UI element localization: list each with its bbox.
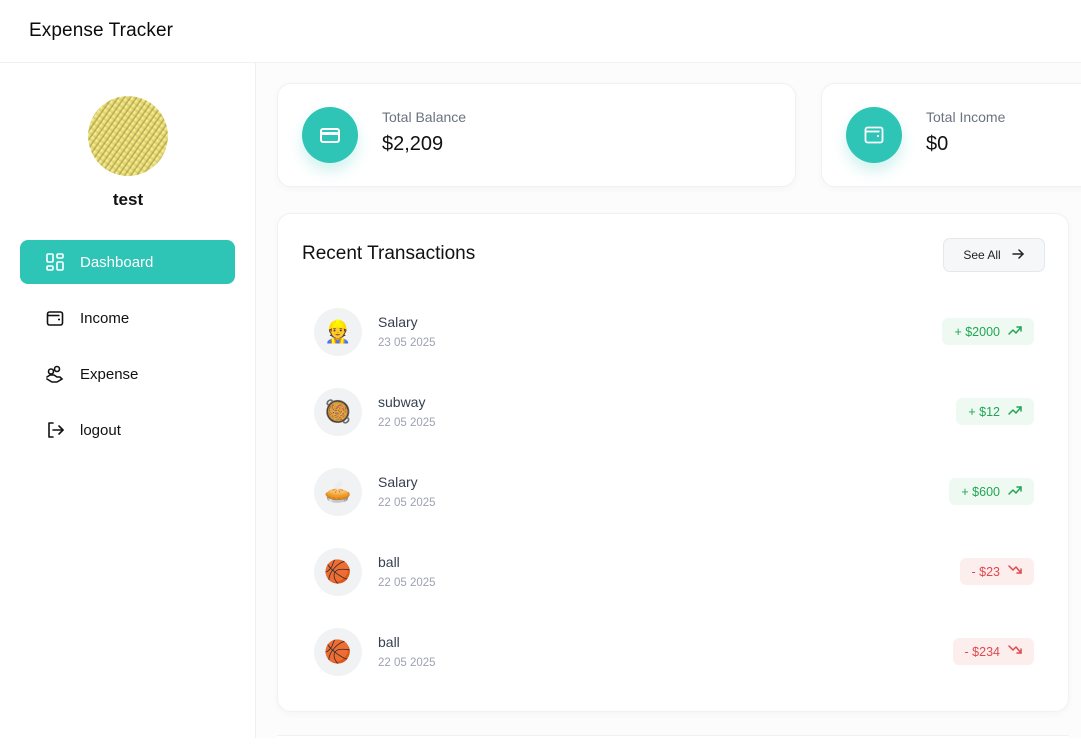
sidebar-item-logout[interactable]: logout [20, 408, 235, 452]
wallet-icon [846, 107, 902, 163]
amount-text: + $600 [961, 484, 1000, 499]
transaction-name: Salary [378, 474, 418, 490]
transaction-date: 22 05 2025 [378, 577, 436, 589]
sidebar-item-expense[interactable]: Expense [20, 352, 235, 396]
stat-value: $2,209 [382, 133, 444, 155]
arrow-right-icon [1011, 247, 1025, 264]
transaction-row[interactable]: 🥘 subway 22 05 2025 + $12 [314, 388, 1034, 436]
transaction-emoji: 🏀 [314, 628, 362, 676]
transaction-name: subway [378, 394, 426, 410]
transaction-date: 23 05 2025 [378, 337, 436, 349]
transaction-emoji: 🥧 [314, 468, 362, 516]
sidebar-item-income[interactable]: Income [20, 296, 235, 340]
amount-badge: + $600 [949, 478, 1034, 505]
transaction-row[interactable]: 🏀 ball 22 05 2025 - $234 [314, 628, 1034, 676]
hand-coins-icon [44, 363, 66, 385]
logout-icon [44, 419, 66, 441]
sidebar-item-label: Dashboard [80, 253, 154, 271]
transaction-name: ball [378, 634, 400, 650]
trending-up-icon [1008, 483, 1022, 500]
trending-up-icon [1008, 323, 1022, 340]
section-title: Recent Transactions [302, 243, 476, 264]
transaction-emoji: 🥘 [314, 388, 362, 436]
amount-badge: - $23 [959, 558, 1034, 585]
sidebar-item-label: Income [80, 309, 130, 327]
trending-down-icon [1008, 563, 1022, 580]
transaction-row[interactable]: 👷 Salary 23 05 2025 + $2000 [314, 308, 1034, 356]
stat-label: Total Income [926, 109, 1006, 125]
transaction-date: 22 05 2025 [378, 657, 436, 669]
total-income-card: Total Income $0 [821, 83, 1081, 187]
stat-label: Total Balance [382, 109, 467, 125]
transaction-row[interactable]: 🥧 Salary 22 05 2025 + $600 [314, 468, 1034, 516]
next-card-edge [277, 735, 1069, 745]
credit-card-icon [302, 107, 358, 163]
amount-badge: + $2000 [942, 318, 1034, 345]
sidebar-item-label: logout [80, 421, 121, 439]
sidebar-item-label: Expense [80, 365, 139, 383]
amount-text: - $234 [964, 644, 1000, 659]
transaction-date: 22 05 2025 [378, 417, 436, 429]
transaction-name: ball [378, 554, 400, 570]
transaction-emoji: 🏀 [314, 548, 362, 596]
total-balance-card: Total Balance $2,209 [277, 83, 796, 187]
see-all-label: See All [963, 248, 1001, 262]
dashboard-icon [44, 251, 66, 273]
transaction-row[interactable]: 🏀 ball 22 05 2025 - $23 [314, 548, 1034, 596]
sidebar-item-dashboard[interactable]: Dashboard [20, 240, 235, 284]
main-content: Total Balance $2,209 Total Income $0 Rec… [256, 63, 1081, 745]
amount-badge: - $234 [952, 638, 1034, 665]
username: test [112, 190, 144, 209]
recent-transactions-card: Recent Transactions See All 👷 Salary 23 … [277, 213, 1069, 712]
top-bar: Expense Tracker [0, 0, 1081, 63]
avatar [88, 96, 168, 176]
stat-value: $0 [926, 133, 949, 155]
transaction-emoji: 👷 [314, 308, 362, 356]
amount-text: - $23 [971, 564, 1001, 579]
sidebar: test Dashboard Income Expense logout [0, 63, 256, 738]
transaction-name: Salary [378, 314, 418, 330]
wallet-icon [44, 307, 66, 329]
trending-down-icon [1008, 643, 1022, 660]
transaction-date: 22 05 2025 [378, 497, 436, 509]
amount-badge: + $12 [956, 398, 1034, 425]
amount-text: + $2000 [954, 324, 1000, 339]
amount-text: + $12 [968, 404, 1000, 419]
trending-up-icon [1008, 403, 1022, 420]
see-all-button[interactable]: See All [943, 238, 1045, 272]
app-title: Expense Tracker [29, 20, 174, 41]
